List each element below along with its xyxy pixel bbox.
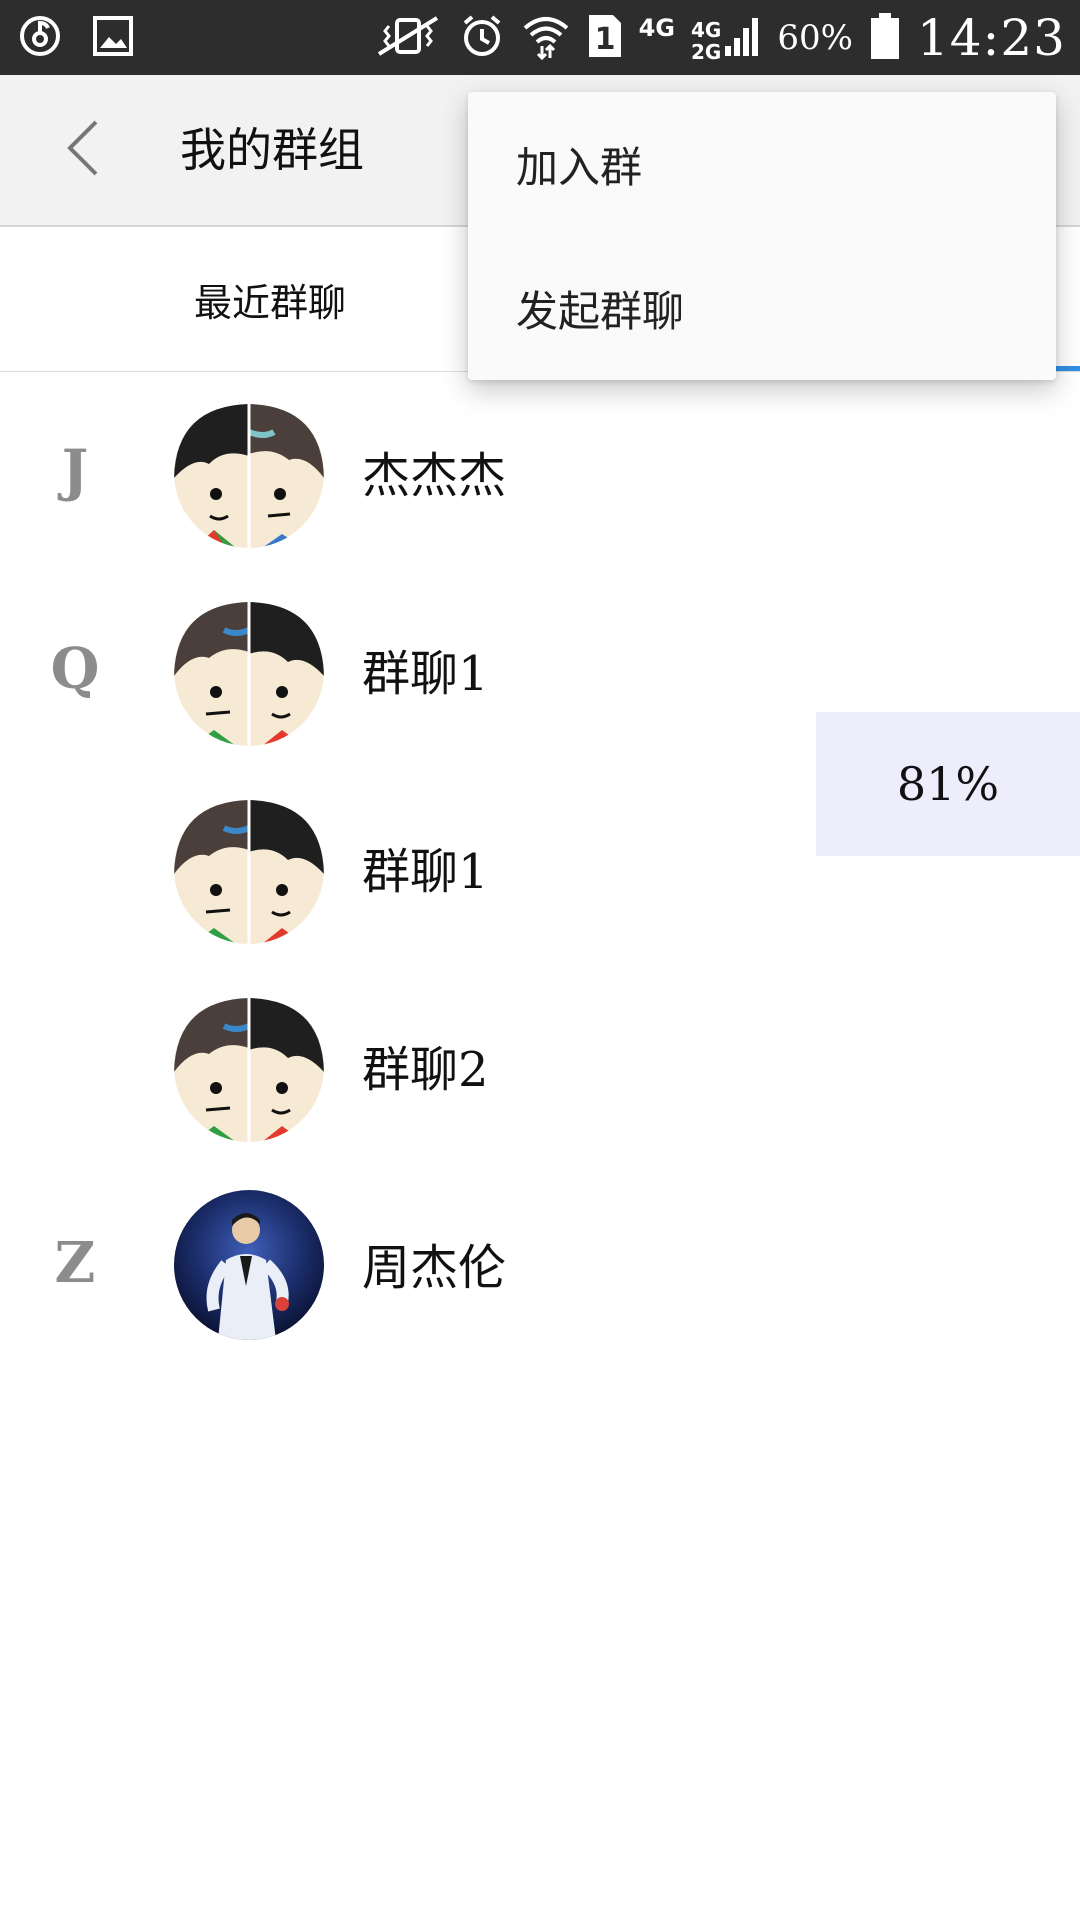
wifi-icon bbox=[521, 12, 571, 64]
avatar bbox=[174, 992, 324, 1142]
network-type-primary: 4G bbox=[638, 13, 675, 42]
group-name: 群聊2 bbox=[362, 1042, 489, 1098]
tab-recent-chats[interactable]: 最近群聊 bbox=[0, 227, 540, 371]
battery-percent: 60% bbox=[777, 17, 853, 58]
sim-icon: 1 bbox=[587, 13, 623, 63]
index-letter: Z bbox=[54, 1230, 96, 1296]
group-list: J 杰杰杰 Q 群聊1 群聊1 群聊2 Z 周杰伦 bbox=[0, 372, 1080, 1362]
avatar bbox=[174, 596, 324, 746]
network-type-secondary-top: 4G bbox=[690, 17, 722, 42]
vibrate-icon bbox=[373, 14, 443, 62]
group-name: 群聊1 bbox=[362, 844, 489, 900]
menu-item-join-group[interactable]: 加入群 bbox=[468, 92, 1056, 236]
clock: 14:23 bbox=[916, 8, 1066, 67]
menu-item-start-group-chat[interactable]: 发起群聊 bbox=[468, 236, 1056, 380]
index-letter: J bbox=[61, 438, 89, 504]
avatar bbox=[174, 794, 324, 944]
percent-indicator: 81% bbox=[816, 712, 1080, 856]
network-type-secondary: 4G 2G bbox=[691, 19, 721, 63]
page-title: 我的群组 bbox=[180, 123, 364, 177]
alarm-icon bbox=[459, 13, 505, 63]
avatar bbox=[174, 398, 324, 548]
battery-icon bbox=[869, 11, 901, 65]
netease-music-icon bbox=[18, 14, 62, 62]
signal-icon bbox=[723, 14, 761, 62]
avatar bbox=[174, 1190, 324, 1340]
sim-slot-number: 1 bbox=[594, 22, 615, 57]
group-name: 周杰伦 bbox=[362, 1240, 507, 1296]
overflow-menu: 加入群 发起群聊 bbox=[468, 92, 1056, 380]
gallery-icon bbox=[92, 15, 134, 61]
group-name: 群聊1 bbox=[362, 646, 489, 702]
group-name: 杰杰杰 bbox=[362, 448, 507, 504]
index-letter bbox=[0, 966, 150, 1164]
index-letter: Q bbox=[50, 636, 100, 702]
list-item[interactable]: Z 周杰伦 bbox=[0, 1164, 1080, 1362]
list-item[interactable]: J 杰杰杰 bbox=[0, 372, 1080, 570]
status-bar: 1 4G 4G 2G 60% 14:23 bbox=[0, 0, 1080, 75]
status-bar-left bbox=[18, 0, 134, 75]
network-type-secondary-bottom: 2G bbox=[690, 39, 722, 64]
list-item[interactable]: 群聊2 bbox=[0, 966, 1080, 1164]
back-button[interactable] bbox=[52, 117, 112, 183]
index-letter bbox=[0, 768, 150, 966]
status-bar-right: 1 4G 4G 2G 60% 14:23 bbox=[373, 0, 1066, 75]
chevron-left-icon bbox=[62, 118, 102, 182]
